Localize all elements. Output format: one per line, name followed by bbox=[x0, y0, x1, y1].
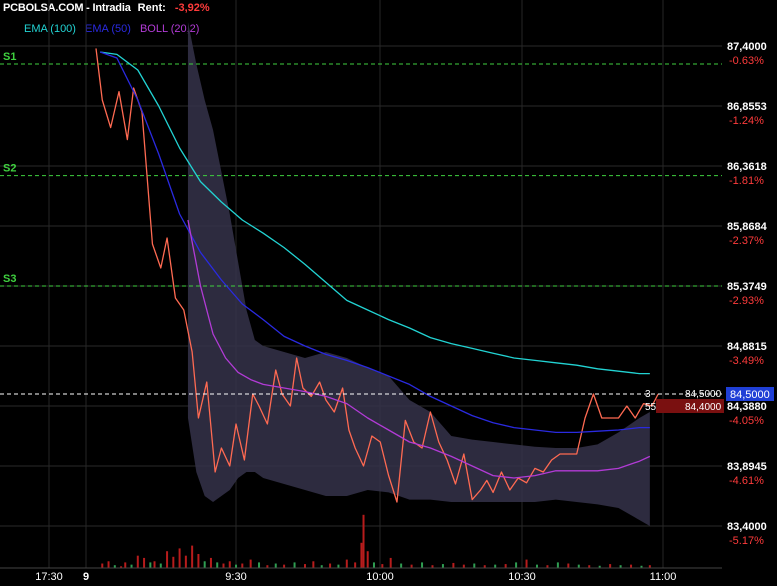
volume-bar bbox=[337, 564, 340, 568]
y-axis-pct-label: -2.37% bbox=[729, 235, 764, 247]
volume-bar bbox=[354, 562, 357, 568]
volume-bar bbox=[143, 557, 146, 568]
volume-bar bbox=[381, 564, 384, 568]
book-qty-bottom: 55 bbox=[645, 402, 657, 413]
volume-bar bbox=[372, 562, 375, 568]
y-axis-price-label: 84,3880 bbox=[727, 401, 767, 413]
volume-bar bbox=[222, 563, 225, 568]
support-label-s2: S2 bbox=[3, 163, 16, 175]
volume-bar bbox=[124, 562, 127, 568]
book-price-top: 84,5000 bbox=[685, 389, 722, 400]
volume-bar bbox=[172, 556, 175, 568]
volume-bar bbox=[400, 563, 403, 568]
volume-bar bbox=[235, 564, 238, 568]
bollinger-band bbox=[187, 22, 650, 526]
y-axis-price-label: 83,4000 bbox=[727, 521, 767, 533]
volume-bar bbox=[178, 548, 181, 568]
support-label-s1: S1 bbox=[3, 51, 16, 63]
volume-bar bbox=[191, 545, 194, 568]
volume-bar bbox=[535, 564, 538, 568]
y-axis-price-label: 83,8945 bbox=[727, 461, 767, 473]
x-axis-tick-label: 9 bbox=[83, 571, 89, 583]
volume-bar bbox=[504, 564, 507, 568]
volume-bar bbox=[525, 559, 528, 568]
book-price: 84,4000 bbox=[685, 402, 722, 413]
volume-bar bbox=[209, 557, 212, 568]
x-axis-tick-label: 10:30 bbox=[508, 571, 536, 583]
y-axis-price-label: 86,3618 bbox=[727, 161, 767, 173]
volume-bar bbox=[329, 563, 332, 568]
x-axis-tick-label: 17:30 bbox=[35, 571, 63, 583]
volume-bar bbox=[249, 559, 252, 568]
volume-bar bbox=[630, 564, 633, 568]
volume-bar bbox=[293, 562, 296, 568]
current-price-value: 84,5000 bbox=[730, 389, 770, 401]
y-axis-pct-label: -2.93% bbox=[729, 295, 764, 307]
volume-bar bbox=[274, 563, 277, 568]
volume-bar bbox=[366, 551, 369, 568]
support-label-s3: S3 bbox=[3, 273, 16, 285]
y-axis-pct-label: -3.49% bbox=[729, 355, 764, 367]
y-axis-price-label: 87,4000 bbox=[727, 41, 767, 53]
volume-bar bbox=[153, 561, 156, 568]
y-axis-price-label: 84,8815 bbox=[727, 341, 767, 353]
volume-bar bbox=[389, 557, 392, 568]
volume-bar bbox=[494, 564, 497, 568]
volume-bar bbox=[101, 563, 104, 568]
volume-bar bbox=[452, 562, 455, 568]
x-axis-tick-label: 10:00 bbox=[366, 571, 394, 583]
volume-bar bbox=[312, 561, 315, 568]
volume-bar bbox=[159, 563, 162, 568]
volume-bar bbox=[283, 564, 286, 568]
y-axis-price-label: 86,8553 bbox=[727, 101, 767, 113]
volume-bar bbox=[567, 563, 570, 568]
y-axis-pct-label: -1.24% bbox=[729, 115, 764, 127]
volume-bar bbox=[107, 561, 110, 568]
volume-bar bbox=[166, 551, 169, 568]
x-axis-tick-label: 11:00 bbox=[650, 571, 677, 583]
volume-bar bbox=[197, 554, 200, 568]
volume-bar bbox=[421, 562, 424, 568]
volume-bar bbox=[556, 562, 559, 568]
volume-bar bbox=[360, 542, 363, 568]
volume-bar bbox=[473, 563, 476, 568]
volume-bar bbox=[203, 561, 206, 568]
volume-bar bbox=[228, 561, 231, 568]
volume-bar bbox=[609, 564, 612, 568]
book-qty-top: 3 bbox=[645, 389, 651, 400]
volume-bar bbox=[441, 564, 444, 568]
y-axis-pct-label: -5.17% bbox=[729, 535, 764, 547]
y-axis-pct-label: -4.05% bbox=[729, 415, 764, 427]
y-axis-pct-label: -1.81% bbox=[729, 175, 764, 187]
y-axis-pct-label: -0.63% bbox=[729, 55, 764, 67]
volume-bar bbox=[149, 562, 152, 568]
x-axis-tick-label: 9:30 bbox=[225, 571, 246, 583]
volume-bar bbox=[577, 564, 580, 568]
volume-bar bbox=[258, 562, 261, 568]
y-axis-price-label: 85,8684 bbox=[727, 221, 768, 233]
volume-bar bbox=[304, 564, 306, 568]
price-chart[interactable]: S1 S2 S3 87,4000 -0.63% 86,8553 -1.24% 86,3618 -… bbox=[0, 0, 777, 586]
volume-bar bbox=[515, 562, 518, 568]
ema100-line bbox=[100, 51, 650, 375]
y-axis-pct-label: -4.61% bbox=[729, 475, 764, 487]
volume-bar bbox=[410, 564, 413, 568]
volume-bar bbox=[136, 555, 139, 568]
volume-bar bbox=[462, 564, 465, 568]
y-axis-price-label: 85,3749 bbox=[727, 281, 767, 293]
volume-bar bbox=[345, 559, 348, 568]
volume-bar bbox=[184, 555, 187, 568]
volume-bar bbox=[216, 562, 219, 568]
volume-bar bbox=[130, 564, 133, 568]
volume-bar bbox=[362, 514, 365, 568]
volume-bar bbox=[241, 563, 244, 568]
